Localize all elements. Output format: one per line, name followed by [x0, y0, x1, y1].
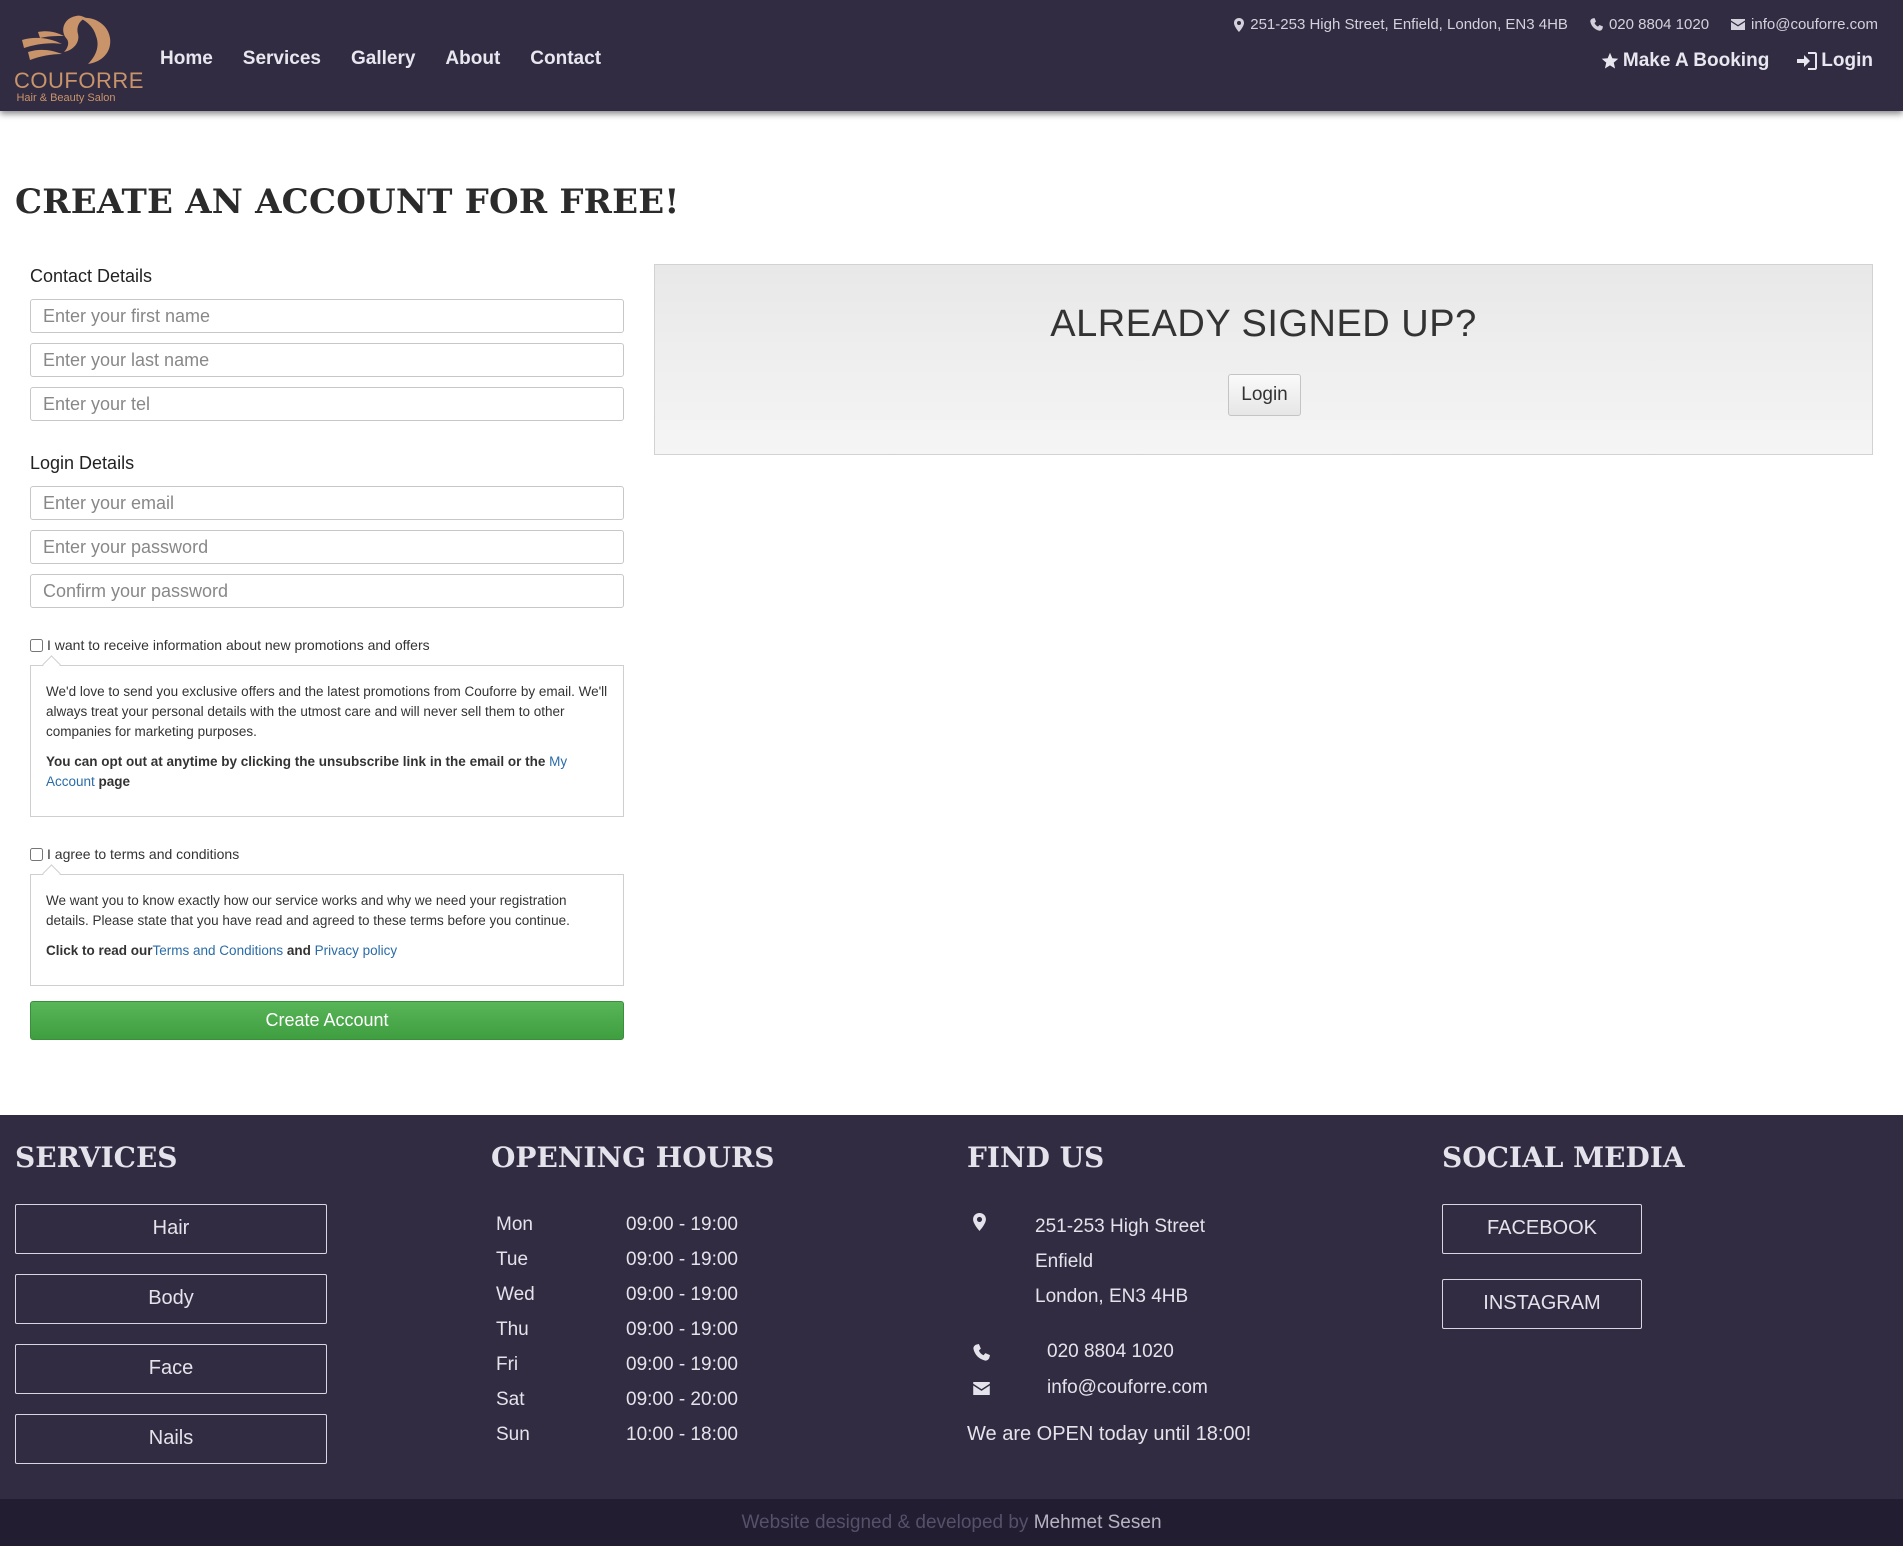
first-name-input[interactable] — [30, 299, 624, 333]
login-button[interactable]: Login — [1228, 374, 1301, 416]
header-actions: Make A Booking Login — [1601, 50, 1873, 72]
address-line: Enfield — [1035, 1251, 1094, 1272]
promotions-option: I want to receive information about new … — [30, 637, 430, 653]
create-account-button[interactable]: Create Account — [30, 1001, 624, 1040]
password-input[interactable] — [30, 530, 624, 564]
envelope-icon — [1731, 19, 1746, 30]
footer-email[interactable]: info@couforre.com — [967, 1377, 1208, 1399]
tel-input[interactable] — [30, 387, 624, 421]
service-body-button[interactable]: Body — [15, 1274, 327, 1324]
header-email-text: info@couforre.com — [1751, 16, 1878, 33]
envelope-icon — [973, 1381, 990, 1395]
brand-logo[interactable]: COUFORRE Hair & Beauty Salon — [14, 12, 144, 104]
terms-checkbox[interactable] — [30, 847, 43, 861]
header-phone-text: 020 8804 1020 — [1608, 16, 1710, 33]
terms-option: I agree to terms and conditions — [30, 846, 239, 862]
nav-item-contact[interactable]: Contact — [530, 48, 601, 70]
header-address-text: 251-253 High Street, Enfield, London, EN… — [1250, 16, 1568, 33]
social-media-heading: SOCIAL MEDIA — [1442, 1141, 1685, 1174]
phone-icon — [973, 1343, 990, 1361]
service-nails-button[interactable]: Nails — [15, 1414, 327, 1464]
footer-credit: Website designed & developed by Mehmet S… — [0, 1499, 1903, 1546]
terms-and-conditions-link[interactable]: Terms and Conditions — [153, 943, 284, 958]
credit-text: Website designed & developed by — [741, 1512, 1029, 1533]
contact-details-label: Contact Details — [30, 266, 153, 286]
terms-label: I agree to terms and conditions — [47, 846, 240, 862]
nav-item-home[interactable]: Home — [160, 48, 213, 70]
star-icon — [1601, 52, 1619, 69]
hours-row: Mon 09:00 - 19:00 — [496, 1213, 738, 1235]
hours-row: Sun 10:00 - 18:00 — [496, 1423, 738, 1445]
already-signed-up-panel: ALREADY SIGNED UP? Login — [654, 264, 1873, 455]
services-heading: SERVICES — [15, 1141, 178, 1174]
instagram-button[interactable]: INSTAGRAM — [1442, 1279, 1642, 1329]
address-line: 251-253 High Street — [1035, 1216, 1206, 1237]
promotions-label: I want to receive information about new … — [47, 637, 430, 653]
privacy-policy-link[interactable]: Privacy policy — [315, 943, 398, 958]
hours-row: Sat 09:00 - 20:00 — [496, 1388, 738, 1410]
site-header: COUFORRE Hair & Beauty Salon Home Servic… — [0, 0, 1903, 111]
email-input[interactable] — [30, 486, 624, 520]
site-footer: SERVICES Hair Body Face Nails OPENING HO… — [0, 1115, 1903, 1499]
nav-item-about[interactable]: About — [445, 48, 500, 70]
map-marker-icon — [1234, 17, 1245, 32]
promotions-checkbox[interactable] — [30, 638, 43, 652]
map-marker-icon — [973, 1213, 986, 1231]
make-booking-button[interactable]: Make A Booking — [1601, 50, 1769, 72]
sign-in-icon — [1797, 52, 1818, 70]
footer-phone-text: 020 8804 1020 — [1047, 1341, 1174, 1362]
footer-address: 251-253 High Street Enfield London, EN3 … — [967, 1209, 1205, 1314]
last-name-input[interactable] — [30, 343, 624, 377]
address-line: London, EN3 4HB — [1035, 1286, 1189, 1307]
promotions-info-box: We'd love to send you exclusive offers a… — [30, 665, 624, 817]
header-phone[interactable]: 020 8804 1020 — [1590, 16, 1709, 33]
open-status-text: We are OPEN today until 18:00! — [967, 1423, 1252, 1445]
phone-icon — [1590, 18, 1603, 31]
facebook-button[interactable]: FACEBOOK — [1442, 1204, 1642, 1254]
service-hair-button[interactable]: Hair — [15, 1204, 327, 1254]
footer-email-text: info@couforre.com — [1047, 1377, 1208, 1398]
hours-row: Wed 09:00 - 19:00 — [496, 1283, 738, 1305]
already-signed-up-title: ALREADY SIGNED UP? — [1050, 303, 1477, 345]
hours-row: Tue 09:00 - 19:00 — [496, 1248, 738, 1270]
service-face-button[interactable]: Face — [15, 1344, 327, 1394]
terms-info-box: We want you to know exactly how our serv… — [30, 874, 624, 986]
salon-woman-icon — [22, 15, 111, 64]
header-email[interactable]: info@couforre.com — [1731, 16, 1878, 33]
opening-hours-heading: OPENING HOURS — [491, 1141, 775, 1174]
terms-text: We want you to know exactly how our serv… — [46, 893, 570, 928]
promotions-text: We'd love to send you exclusive offers a… — [46, 684, 608, 739]
login-details-label: Login Details — [30, 453, 135, 473]
nav-item-services[interactable]: Services — [243, 48, 321, 70]
hours-row: Fri 09:00 - 19:00 — [496, 1353, 738, 1375]
main-nav: Home Services Gallery About Contact — [160, 48, 631, 70]
header-address: 251-253 High Street, Enfield, London, EN… — [1234, 16, 1568, 33]
footer-phone[interactable]: 020 8804 1020 — [967, 1341, 1174, 1363]
header-contact-info: 251-253 High Street, Enfield, London, EN… — [1234, 16, 1878, 33]
make-booking-label: Make A Booking — [1622, 50, 1770, 71]
header-login-label: Login — [1821, 50, 1873, 71]
opening-hours-table: Mon 09:00 - 19:00 Tue 09:00 - 19:00 Wed 09:… — [496, 1207, 738, 1452]
header-login-button[interactable]: Login — [1797, 50, 1873, 72]
nav-item-gallery[interactable]: Gallery — [351, 48, 415, 70]
confirm-password-input[interactable] — [30, 574, 624, 608]
brand-tagline: Hair & Beauty Salon — [16, 92, 116, 104]
promotions-optout: You can opt out at anytime by clicking t… — [46, 754, 568, 789]
brand-name: COUFORRE — [14, 68, 144, 93]
terms-links: Click to read ourTerms and Conditions an… — [46, 943, 398, 958]
find-us-heading: FIND US — [967, 1141, 1105, 1174]
hours-row: Thu 09:00 - 19:00 — [496, 1318, 738, 1340]
page-title: CREATE AN ACCOUNT FOR FREE! — [15, 182, 680, 222]
developer-link[interactable]: Mehmet Sesen — [1034, 1512, 1162, 1533]
